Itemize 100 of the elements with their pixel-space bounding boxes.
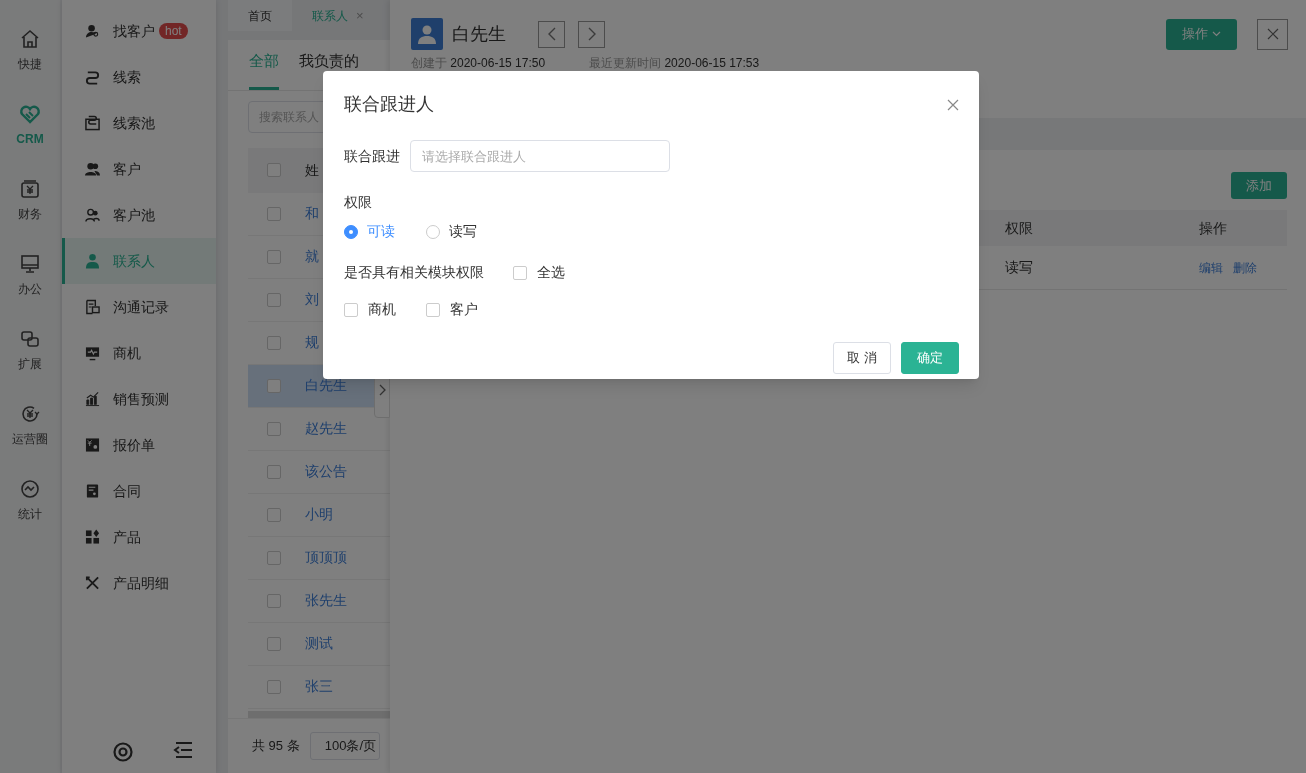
checkbox[interactable] — [267, 550, 281, 565]
contact-name-link[interactable]: 刘 — [305, 289, 319, 311]
checkbox[interactable] — [267, 378, 281, 393]
nav-item[interactable]: 联系人 — [62, 238, 216, 284]
radio-label[interactable]: 读写 — [449, 221, 477, 242]
checkbox[interactable] — [267, 206, 281, 221]
chevron-right-icon — [378, 384, 386, 396]
cancel-button[interactable]: 取 消 — [833, 342, 891, 374]
action-link[interactable]: 删除 — [1233, 258, 1257, 277]
contact-name-link[interactable]: 小明 — [305, 504, 333, 526]
horizontal-scrollbar[interactable] — [248, 710, 390, 718]
close-icon — [1266, 28, 1279, 40]
quote-sheet-icon — [85, 437, 100, 453]
contact-name-link[interactable]: 测试 — [305, 633, 333, 655]
contact-name-link[interactable]: 张三 — [305, 676, 333, 698]
nav-item[interactable]: 合同 — [62, 468, 216, 514]
rail-item[interactable]: 快捷 — [18, 24, 42, 99]
radio-button[interactable] — [426, 224, 440, 239]
action-button[interactable]: 操作 — [1166, 18, 1237, 50]
heart-icon — [19, 103, 41, 125]
contact-name-link[interactable]: 赵先生 — [305, 418, 347, 440]
page-tab[interactable]: 联系人 × — [292, 0, 384, 31]
contact-name-link[interactable]: 就 — [305, 246, 319, 268]
nav-item[interactable]: 线索 — [62, 54, 216, 100]
contact-name-link[interactable]: 和 — [305, 203, 319, 225]
page-tab[interactable]: 首页 — [228, 0, 292, 31]
checkbox[interactable] — [426, 302, 440, 317]
rail-item[interactable]: 运营圈 — [12, 399, 48, 474]
people-pool-icon — [85, 207, 100, 223]
checkbox[interactable] — [344, 302, 358, 317]
contact-name-link[interactable]: 张先生 — [305, 590, 347, 612]
nav-item[interactable]: 客户 — [62, 146, 216, 192]
follower-select-field[interactable]: 请选择联合跟进人 — [410, 140, 670, 172]
tools-icon — [85, 575, 100, 591]
bar-chart-icon — [85, 391, 100, 407]
checkbox[interactable] — [267, 507, 281, 522]
contract-icon — [85, 483, 100, 499]
rail-item[interactable]: 财务 — [18, 174, 42, 249]
next-button[interactable] — [578, 20, 605, 48]
people-icon — [85, 161, 100, 177]
previous-button[interactable] — [538, 20, 565, 48]
column-header: 操作 — [1199, 218, 1227, 238]
radio-label[interactable]: 可读 — [367, 221, 395, 242]
settings-icon[interactable] — [111, 741, 134, 763]
pulse-monitor-icon — [85, 345, 100, 361]
column-header: 权限 — [1005, 218, 1034, 238]
checkbox[interactable] — [267, 163, 281, 178]
table-cell-text: 读写 — [1005, 258, 1034, 277]
checkbox[interactable] — [267, 292, 281, 307]
column-header: 姓 — [305, 160, 319, 180]
linked-squares-icon — [19, 328, 41, 350]
nav-item[interactable]: 报价单 — [62, 422, 216, 468]
checkbox[interactable] — [267, 679, 281, 694]
contact-name-link[interactable]: 该公告 — [305, 461, 347, 483]
nav-item[interactable]: 沟通记录 — [62, 284, 216, 330]
checkbox[interactable] — [513, 265, 527, 280]
contact-name-link[interactable]: 顶顶顶 — [305, 547, 347, 569]
rail-item[interactable]: CRM — [16, 99, 44, 174]
close-icon[interactable]: × — [356, 5, 364, 26]
rail-item[interactable]: 扩展 — [18, 324, 42, 399]
checkbox[interactable] — [267, 335, 281, 350]
nav-item[interactable]: 商机 — [62, 330, 216, 376]
checkbox[interactable] — [267, 421, 281, 436]
radio-button[interactable] — [344, 224, 358, 239]
nav-item[interactable]: 产品 — [62, 514, 216, 560]
confirm-button[interactable]: 确定 — [901, 342, 959, 374]
rail-item[interactable]: 办公 — [18, 249, 42, 324]
nav-item[interactable]: 找客户 hot — [62, 8, 216, 54]
trend-chart-icon — [19, 478, 41, 500]
nav-item[interactable]: 客户池 — [62, 192, 216, 238]
contact-person-icon — [85, 253, 100, 269]
action-link[interactable]: 编辑 — [1199, 258, 1223, 277]
add-button[interactable]: 添加 — [1231, 172, 1287, 199]
route-icon — [85, 69, 100, 85]
checkbox-label[interactable]: 客户 — [450, 299, 478, 320]
route-box-icon — [85, 115, 100, 131]
page-size-select[interactable]: 100条/页 — [309, 731, 380, 760]
monitor-icon — [19, 253, 41, 275]
checkbox[interactable] — [267, 464, 281, 479]
checkbox[interactable] — [267, 636, 281, 651]
yuan-cycle-icon — [19, 403, 41, 425]
checkbox[interactable] — [267, 593, 281, 608]
checkbox-label[interactable]: 商机 — [368, 299, 396, 320]
close-icon[interactable] — [947, 98, 959, 111]
checkbox-label[interactable]: 全选 — [537, 262, 565, 283]
list-tab[interactable]: 全部 — [249, 50, 279, 90]
nav-item[interactable]: 线索池 — [62, 100, 216, 146]
rail-item[interactable]: 统计 — [18, 474, 42, 549]
chevron-right-icon — [586, 27, 597, 41]
checkbox[interactable] — [267, 249, 281, 264]
close-button[interactable] — [1257, 18, 1288, 50]
field-label: 联合跟进 — [344, 146, 400, 166]
contact-name-link[interactable]: 白先生 — [305, 375, 347, 397]
hot-badge: hot — [159, 23, 188, 39]
collapse-menu-icon[interactable] — [172, 741, 193, 759]
nav-item[interactable]: 销售预测 — [62, 376, 216, 422]
record-icon — [85, 299, 100, 315]
wallet-icon — [19, 178, 41, 200]
nav-item[interactable]: 产品明细 — [62, 560, 216, 606]
contact-name-link[interactable]: 规 — [305, 332, 319, 354]
